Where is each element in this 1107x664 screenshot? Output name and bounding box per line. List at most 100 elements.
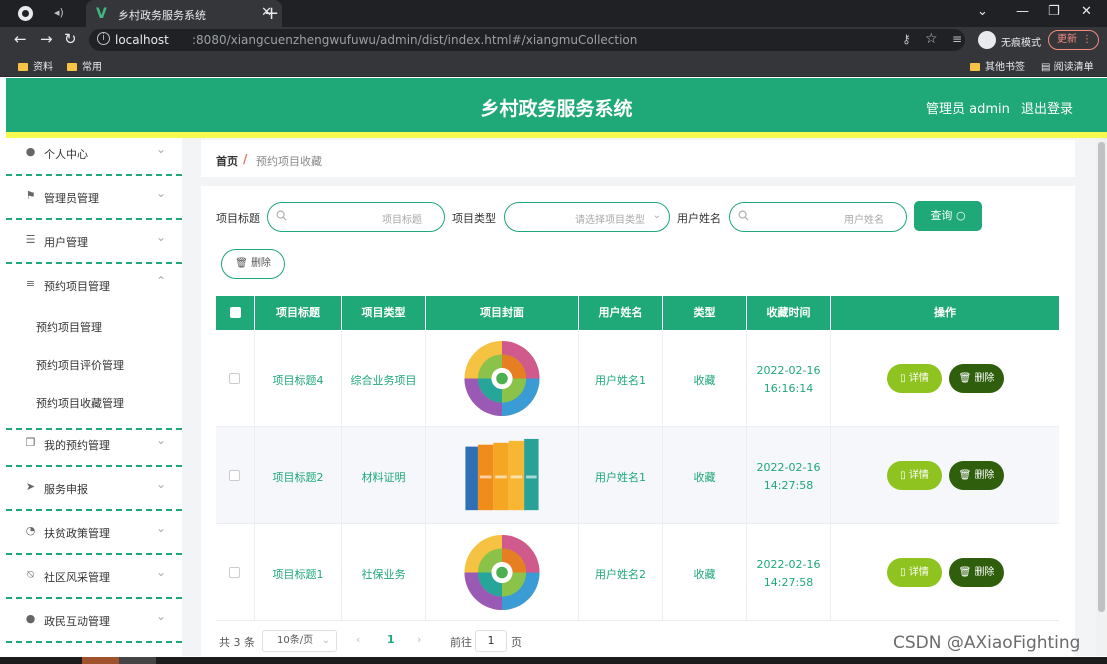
update-label: 更新 [1057, 34, 1077, 45]
back-icon[interactable]: ← [14, 30, 27, 48]
url-path: :8080/xiangcuenzhengwufuwu/admin/dist/in… [192, 33, 638, 47]
chevron-down-icon: ⌄ [156, 433, 167, 447]
key-icon[interactable]: ⚷ [902, 32, 911, 46]
sidebar-item-admins[interactable]: ⚑ 管理员管理 ⌄ [6, 176, 182, 220]
time-cell: 2022-02-16 14:27:58 [747, 524, 831, 621]
bookmark-label: 常用 [82, 62, 102, 73]
batch-delete-button[interactable]: 🗑︎ 删除 [221, 249, 285, 279]
cover-cell [426, 524, 579, 621]
breadcrumb-current: 预约项目收藏 [256, 155, 322, 168]
sidebar-item-label: 扶贫政策管理 [44, 527, 110, 540]
row-checkbox[interactable] [229, 373, 240, 384]
kind-cell: 收藏 [663, 524, 747, 621]
column-header: 收藏时间 [747, 296, 831, 330]
submenu-item-project-collection[interactable]: 预约项目收藏管理 [36, 395, 124, 411]
scrollbar[interactable] [1096, 138, 1107, 656]
url-host: localhost [115, 33, 169, 47]
sidebar-item-profile[interactable]: ● 个人中心 ⌄ [6, 132, 182, 176]
browser-tabstrip: ◂) V 乡村政务服务系统 ✕ + ⌄ — ❐ ✕ [0, 0, 1107, 27]
bookmark-folder[interactable]: 资料 [18, 58, 53, 73]
breadcrumb-home[interactable]: 首页 [216, 153, 238, 169]
content-card: 项目标题 项目标题 项目类型 请选择项目类型 ⌄ 用户姓名 用户姓名 查询 ○ … [201, 186, 1075, 656]
goto-page-input[interactable]: 1 [475, 630, 507, 652]
bookmark-label: 阅读清单 [1053, 62, 1094, 73]
sidebar-item-service-declaration[interactable]: ➤ 服务申报 ⌄ [6, 467, 182, 511]
submenu-item-project-review[interactable]: 预约项目评价管理 [36, 357, 124, 373]
reload-icon[interactable]: ↻ [64, 30, 77, 48]
user-placeholder: 用户姓名 [844, 215, 884, 226]
detail-button[interactable]: ▯ 详情 [887, 558, 942, 587]
detail-button[interactable]: ▯ 详情 [887, 364, 942, 393]
table-header: 项目标题 项目类型 项目封面 用户姓名 类型 收藏时间 操作 [216, 296, 1059, 330]
address-bar[interactable]: i localhost :8080/xiangcuenzhengwufuwu/a… [89, 29, 965, 51]
collection-date: 2022-02-16 [756, 364, 821, 377]
page-suffix: 页 [511, 636, 522, 649]
minimize-icon[interactable]: — [1016, 4, 1029, 19]
tab-search-icon[interactable]: ⌄ [977, 4, 988, 19]
more-icon[interactable]: ⋮ [1082, 31, 1092, 49]
delete-button[interactable]: 🗑︎ 删除 [949, 461, 1004, 490]
page-number[interactable]: 1 [387, 633, 395, 646]
page-size-select[interactable]: 10条/页 ⌄ [262, 630, 337, 652]
table-row: 项目标题1 社保业务 用户姓名2 收藏 2022-02-16 14:27:58 [216, 524, 1059, 621]
query-button[interactable]: 查询 ○ [914, 201, 982, 231]
sidebar-item-label: 用户管理 [44, 236, 88, 249]
new-tab-icon[interactable]: + [264, 3, 279, 24]
audio-icon[interactable]: ◂) [54, 6, 64, 19]
reading-list[interactable]: ▤ 阅读清单 [1041, 58, 1094, 73]
scrollbar-thumb[interactable] [1098, 142, 1105, 612]
logout-link[interactable]: 退出登录 [1021, 98, 1073, 117]
sidebar-item-community[interactable]: ⍉ 社区风采管理 ⌄ [6, 555, 182, 599]
chrome-menu-icon[interactable] [18, 6, 33, 21]
taskbar-app[interactable] [82, 657, 119, 664]
sidebar-item-poverty-policy[interactable]: ◔ 扶贫政策管理 ⌄ [6, 511, 182, 555]
submenu-item-project-manage[interactable]: 预约项目管理 [36, 319, 102, 335]
delete-button[interactable]: 🗑︎ 删除 [949, 364, 1004, 393]
row-checkbox[interactable] [229, 470, 240, 481]
prev-page-icon[interactable]: ‹ [356, 633, 360, 646]
cover-wheel-image [464, 534, 540, 611]
taskbar-app[interactable] [119, 657, 156, 664]
next-page-icon[interactable]: › [417, 633, 421, 646]
sidebar-item-label: 预约项目管理 [44, 280, 110, 293]
sidebar-item-label: 服务申报 [44, 483, 88, 496]
delete-button[interactable]: 🗑︎ 删除 [949, 558, 1004, 587]
restore-icon[interactable]: ❐ [1048, 4, 1060, 19]
star-icon[interactable]: ☆ [925, 31, 938, 47]
kind-cell: 收藏 [663, 330, 747, 427]
admin-user[interactable]: 管理员 admin [926, 98, 1010, 117]
incognito-icon [978, 31, 996, 49]
type-select[interactable]: 请选择项目类型 ⌄ [504, 202, 670, 232]
row-select-cell [216, 524, 255, 621]
collection-time: 14:27:58 [763, 479, 814, 492]
browser-tab[interactable]: V 乡村政务服务系统 ✕ [86, 0, 282, 27]
title-placeholder: 项目标题 [382, 215, 422, 226]
sidebar-item-interaction[interactable]: ● 政民互动管理 ⌄ [6, 599, 182, 643]
info-icon[interactable]: i [97, 32, 110, 45]
title-search-input[interactable]: 项目标题 [267, 202, 445, 232]
close-window-icon[interactable]: ✕ [1081, 4, 1092, 19]
actions-cell: ▯ 详情 🗑︎ 删除 [831, 524, 1059, 621]
collection-time: 16:16:14 [763, 382, 814, 395]
sidebar-item-my-bookings[interactable]: ❐ 我的预约管理 ⌄ [6, 423, 182, 467]
sidebar-item-booking-projects[interactable]: ≡ 预约项目管理 ⌃ 预约项目管理 预约项目评价管理 预约项目收藏管理 [6, 264, 182, 430]
forward-icon[interactable]: → [40, 30, 53, 48]
breadcrumb-separator: / [243, 152, 248, 166]
project-title: 项目标题2 [272, 471, 324, 484]
sidebar-item-users[interactable]: ☰ 用户管理 ⌄ [6, 220, 182, 264]
detail-label: 详情 [908, 567, 929, 578]
bookmark-label: 其他书签 [985, 62, 1025, 73]
reading-list-icon[interactable]: ≡ [952, 32, 962, 46]
app-header: 乡村政务服务系统 管理员 admin 退出登录 [6, 78, 1107, 132]
project-title: 项目标题1 [272, 568, 324, 581]
column-header: 项目标题 [255, 296, 342, 330]
bookmark-folder[interactable]: 常用 [67, 58, 102, 73]
detail-button[interactable]: ▯ 详情 [887, 461, 942, 490]
column-header: 类型 [663, 296, 747, 330]
select-all-checkbox[interactable] [230, 307, 241, 318]
user-search-input[interactable]: 用户姓名 [729, 202, 907, 232]
row-checkbox[interactable] [229, 567, 240, 578]
update-button[interactable]: 更新 ⋮ [1048, 30, 1099, 50]
query-label: 查询 [930, 209, 953, 222]
other-bookmarks[interactable]: 其他书签 [970, 58, 1025, 73]
